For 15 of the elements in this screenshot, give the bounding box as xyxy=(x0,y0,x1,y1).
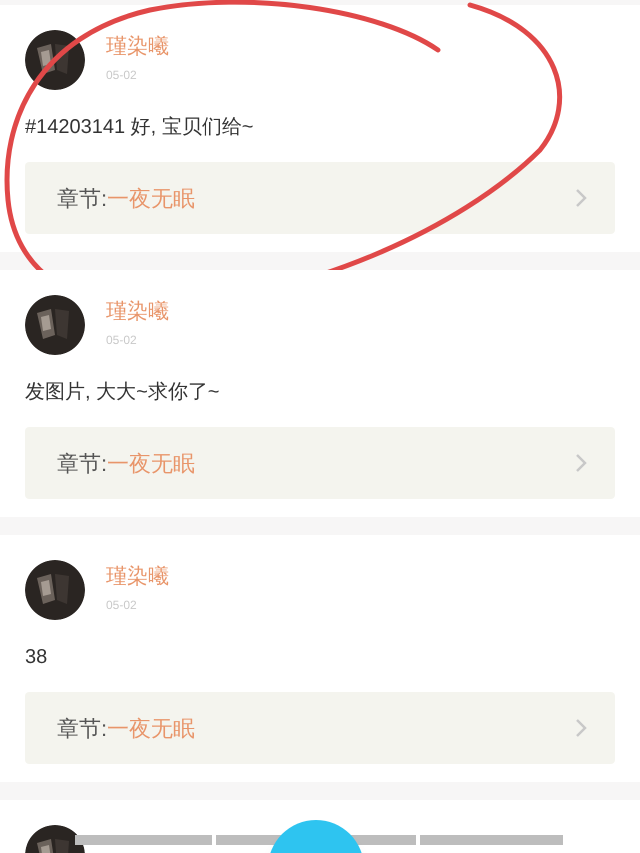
comment-text: 发图片, 大大~求你了~ xyxy=(25,380,220,405)
chapter-label: 章节:一夜无眠 xyxy=(57,450,196,478)
chevron-right-icon xyxy=(575,188,587,208)
chevron-right-icon xyxy=(575,453,587,473)
avatar xyxy=(25,295,85,355)
chapter-link[interactable]: 章节:一夜无眠 xyxy=(25,692,615,764)
chapter-label: 章节:一夜无眠 xyxy=(57,714,196,742)
comment-text: #14203141 好, 宝贝们给~ xyxy=(25,115,254,140)
avatar xyxy=(25,560,85,620)
chapter-link[interactable]: 章节:一夜无眠 xyxy=(25,162,615,234)
avatar xyxy=(25,30,85,90)
chapter-link[interactable]: 章节:一夜无眠 xyxy=(25,427,615,499)
chevron-right-icon xyxy=(575,718,587,738)
chapter-label: 章节:一夜无眠 xyxy=(57,184,196,212)
comment-text: 38 xyxy=(25,645,48,670)
